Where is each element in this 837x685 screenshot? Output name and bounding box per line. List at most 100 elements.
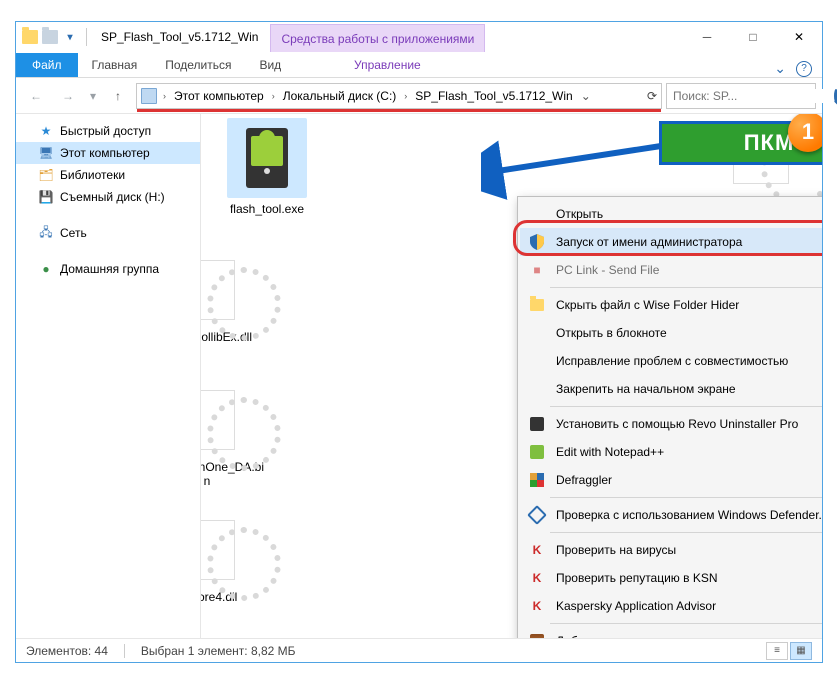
usb-icon: 💾 — [38, 189, 54, 205]
file-item-selected[interactable]: flash_tool.exe — [207, 118, 327, 216]
context-menu-item[interactable]: Edit with Notepad++ — [520, 438, 822, 466]
context-menu-item[interactable]: Скрыть файл с Wise Folder Hider — [520, 291, 822, 319]
context-menu-item[interactable]: Defraggler▶ — [520, 466, 822, 494]
ribbon-right: ⌄ ? — [774, 60, 822, 77]
nav-sidebar: ★ Быстрый доступ 🖥 Этот компьютер 🗂 Библ… — [16, 114, 201, 638]
sidebar-item-quickaccess[interactable]: ★ Быстрый доступ — [16, 120, 200, 142]
menu-separator — [550, 623, 822, 624]
context-menu-item[interactable]: KПроверить репутацию в KSN — [520, 564, 822, 592]
library-icon: 🗂 — [38, 167, 54, 183]
sidebar-item-label: Этот компьютер — [60, 146, 150, 160]
context-menu-item[interactable]: K Kaspersky Application Advisor — [520, 592, 822, 620]
annotation-step-1: 1 — [788, 114, 822, 152]
maximize-button[interactable]: □ — [730, 22, 776, 52]
view-details-button[interactable]: ≡ — [766, 642, 788, 660]
context-menu-item[interactable]: Исправление проблем с совместимостью — [520, 347, 822, 375]
context-menu-item[interactable]: Добавить в архив... — [520, 627, 822, 638]
forward-button[interactable]: → — [54, 83, 82, 109]
menu-separator — [550, 497, 822, 498]
context-menu-item[interactable]: Установить с помощью Revo Uninstaller Pr… — [520, 410, 822, 438]
sidebar-item-homegroup[interactable]: ● Домашняя группа — [16, 258, 200, 280]
help-icon[interactable]: ? — [796, 61, 812, 77]
up-button[interactable]: ↑ — [104, 83, 132, 109]
sidebar-item-network[interactable]: 🖧 Сеть — [16, 222, 200, 244]
network-icon: 🖧 — [38, 225, 54, 241]
tab-share[interactable]: Поделиться — [151, 53, 245, 77]
menu-item-label: Скрыть файл с Wise Folder Hider — [556, 298, 739, 312]
menu-item-label: Kaspersky Application Advisor — [556, 599, 716, 613]
sidebar-item-removable[interactable]: 💾 Съемный диск (H:) — [16, 186, 200, 208]
context-menu-item[interactable]: Запуск от имени администратора — [520, 228, 822, 256]
menu-item-label: Edit with Notepad++ — [556, 445, 664, 459]
file-item[interactable]: FlashtoollibEx.dll — [201, 254, 267, 344]
address-bar[interactable]: › Этот компьютер › Локальный диск (C:) ›… — [136, 83, 662, 109]
menu-item-icon — [528, 632, 546, 638]
context-menu-item[interactable]: Открыть в блокноте — [520, 319, 822, 347]
titlebar-left: ▾ SP_Flash_Tool_v5.1712_Win — [16, 22, 258, 52]
menu-item-icon — [528, 471, 546, 489]
sidebar-item-thispc[interactable]: 🖥 Этот компьютер — [16, 142, 200, 164]
ribbon: Файл Главная Поделиться Вид Управление ⌄… — [16, 52, 822, 78]
chevron-icon[interactable]: › — [400, 91, 411, 101]
menu-item-icon — [528, 380, 546, 398]
file-item[interactable]: QtCore4.dll — [201, 514, 267, 604]
breadcrumb-folder[interactable]: SP_Flash_Tool_v5.1712_Win — [413, 89, 574, 103]
breadcrumb-drive[interactable]: Локальный диск (C:) — [281, 89, 399, 103]
tab-view[interactable]: Вид — [245, 53, 295, 77]
refresh-icon[interactable]: ⟳ — [647, 89, 657, 103]
chevron-icon[interactable]: › — [268, 91, 279, 101]
file-tab[interactable]: Файл — [16, 53, 78, 77]
file-item[interactable]: MTK_AllInOne_DA.bin — [201, 384, 267, 488]
ribbon-context-title: Средства работы с приложениями — [270, 24, 485, 52]
minimize-button[interactable]: ─ — [684, 22, 730, 52]
menu-item-icon — [528, 506, 546, 524]
qat-dropdown-icon[interactable]: ▾ — [62, 29, 78, 45]
sidebar-item-libraries[interactable]: 🗂 Библиотеки — [16, 164, 200, 186]
folder-icon — [22, 29, 38, 45]
breadcrumb-root[interactable]: Этот компьютер — [172, 89, 266, 103]
menu-item-label: Открыть — [556, 207, 603, 221]
window-controls: ─ □ ✕ — [684, 22, 822, 52]
menu-item-icon: ■ — [528, 261, 546, 279]
close-button[interactable]: ✕ — [776, 22, 822, 52]
menu-item-label: PC Link - Send File — [556, 263, 659, 277]
file-name: flash_tool.exe — [230, 202, 304, 216]
view-switcher: ≡ ▦ — [766, 642, 812, 660]
annotation-underline — [137, 109, 661, 112]
divider — [86, 28, 87, 46]
menu-item-icon: K — [528, 597, 546, 615]
context-menu: Открыть Запуск от имени администратора ■ PC… — [517, 196, 822, 638]
address-dropdown-icon[interactable]: ⌄ — [577, 89, 595, 103]
pc-icon: 🖥 — [38, 145, 54, 161]
search-box[interactable] — [666, 83, 816, 109]
status-bar: Элементов: 44 Выбран 1 элемент: 8,82 МБ … — [16, 638, 822, 662]
menu-item-label: Установить с помощью Revo Uninstaller Pr… — [556, 417, 798, 431]
context-menu-item[interactable]: Закрепить на начальном экране — [520, 375, 822, 403]
status-count: Элементов: 44 — [26, 644, 108, 658]
menu-item-icon — [528, 205, 546, 223]
view-icons-button[interactable]: ▦ — [790, 642, 812, 660]
file-pane[interactable]: flash_tool.exe FlashtoollibEx.dll MTK_Al… — [201, 114, 822, 638]
context-menu-item[interactable]: KПроверить на вирусы — [520, 536, 822, 564]
context-menu-item[interactable]: Открыть — [520, 200, 822, 228]
menu-item-label: Проверка с использованием Windows Defend… — [556, 508, 822, 522]
menu-item-label: Проверить на вирусы — [556, 543, 676, 557]
tab-manage[interactable]: Управление — [340, 53, 435, 77]
search-input[interactable] — [673, 89, 828, 103]
context-menu-item[interactable]: Проверка с использованием Windows Defend… — [520, 501, 822, 529]
chevron-icon[interactable]: › — [159, 91, 170, 101]
homegroup-icon: ● — [38, 261, 54, 277]
star-icon: ★ — [38, 123, 54, 139]
menu-item-icon — [528, 415, 546, 433]
menu-item-icon — [528, 324, 546, 342]
sidebar-item-label: Быстрый доступ — [60, 124, 151, 138]
back-button[interactable]: ← — [22, 83, 50, 109]
recent-dropdown[interactable]: ▾ — [86, 83, 100, 109]
context-menu-item[interactable]: ■ PC Link - Send File — [520, 256, 822, 284]
ribbon-expand-icon[interactable]: ⌄ — [774, 60, 786, 77]
window-title: SP_Flash_Tool_v5.1712_Win — [101, 30, 258, 44]
tab-home[interactable]: Главная — [78, 53, 152, 77]
menu-item-icon — [528, 352, 546, 370]
qat-icon[interactable] — [42, 29, 58, 45]
menu-item-icon: K — [528, 569, 546, 587]
